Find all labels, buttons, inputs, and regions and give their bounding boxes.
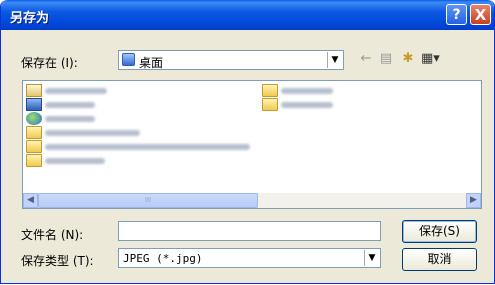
folder-icon: [26, 154, 42, 167]
chevron-down-icon[interactable]: ▼: [327, 52, 342, 68]
documents-icon: [26, 84, 42, 97]
list-item[interactable]: [26, 98, 141, 112]
horizontal-scrollbar[interactable]: ◀ III ▶: [23, 193, 481, 208]
list-item[interactable]: [26, 154, 141, 168]
list-item[interactable]: [262, 84, 377, 98]
scroll-thumb[interactable]: III: [38, 193, 258, 208]
scroll-right-icon[interactable]: ▶: [466, 193, 481, 208]
back-arrow-icon[interactable]: ←: [357, 50, 375, 68]
file-type-combo[interactable]: JPEG (*.jpg) ▼: [118, 248, 381, 268]
file-name-label: 文件名 (N):: [21, 228, 84, 242]
list-item[interactable]: [262, 98, 377, 112]
view-menu-icon[interactable]: ▦▾: [421, 50, 440, 68]
file-name-input[interactable]: [118, 221, 381, 241]
list-item[interactable]: [26, 112, 141, 126]
scroll-left-icon[interactable]: ◀: [23, 193, 38, 208]
window-title: 另存为: [10, 11, 50, 26]
help-button[interactable]: ?: [446, 4, 467, 25]
up-folder-icon[interactable]: ▤: [377, 50, 395, 68]
folder-icon: [26, 140, 42, 153]
chevron-down-icon[interactable]: ▼: [364, 250, 379, 266]
desktop-icon: [122, 53, 135, 66]
save-in-value: 桌面: [139, 56, 164, 70]
list-item[interactable]: [26, 84, 141, 98]
cancel-button[interactable]: 取消: [402, 248, 477, 271]
folder-icon: [262, 84, 278, 97]
folder-icon: [262, 98, 278, 111]
save-in-combo[interactable]: 桌面 ▼: [118, 50, 344, 70]
save-button[interactable]: 保存(S): [402, 220, 477, 243]
close-button[interactable]: X: [470, 4, 491, 25]
save-as-dialog: 另存为 ? X 保存在 (I): 桌面 ▼ ← ▤ ✱ ▦▾ ◀ III ▶ 文…: [0, 0, 495, 284]
folder-icon: [26, 126, 42, 139]
file-type-value: JPEG (*.jpg): [123, 252, 203, 265]
file-type-label: 保存类型 (T):: [21, 254, 94, 268]
file-list[interactable]: ◀ III ▶: [22, 80, 482, 209]
list-item[interactable]: [26, 126, 141, 140]
list-item[interactable]: [26, 140, 261, 154]
network-icon: [26, 112, 42, 125]
title-bar[interactable]: 另存为 ? X: [1, 0, 494, 30]
new-folder-icon[interactable]: ✱: [399, 50, 417, 68]
save-in-label: 保存在 (I):: [21, 56, 78, 70]
computer-icon: [26, 98, 42, 111]
